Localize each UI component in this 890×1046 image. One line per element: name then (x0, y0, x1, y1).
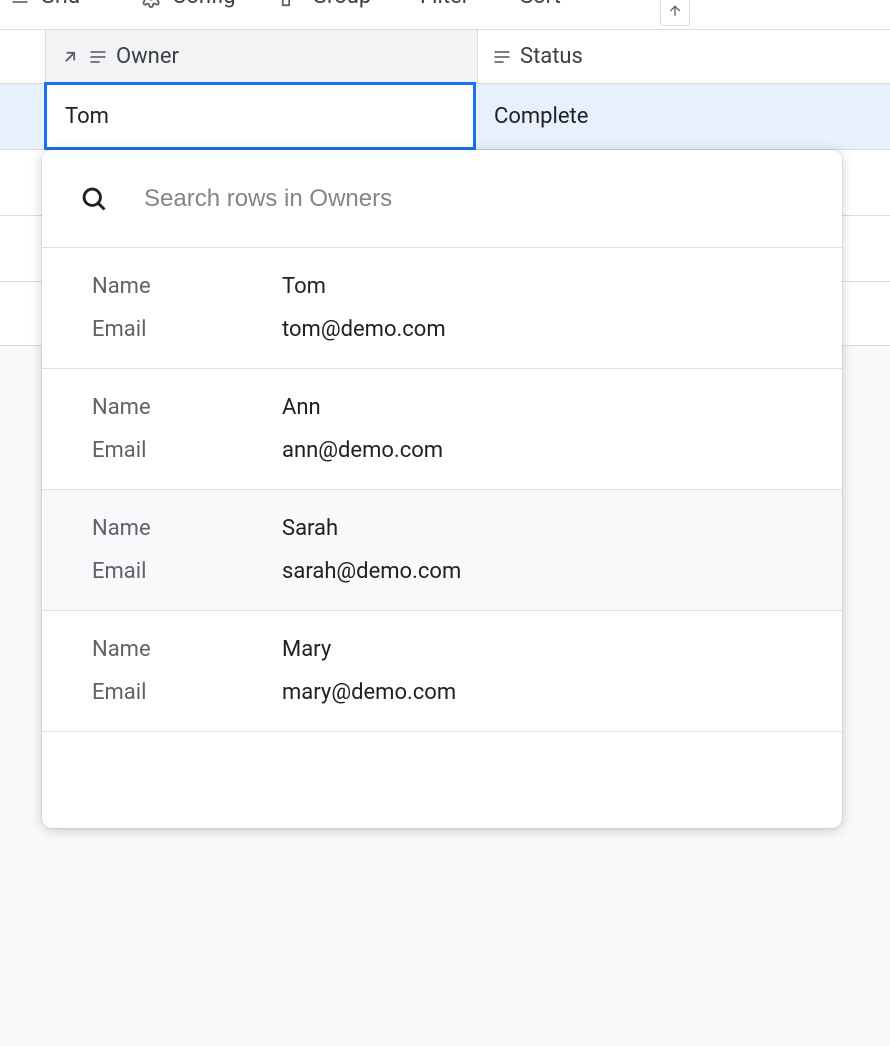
list-icon (10, 0, 30, 7)
option-email-label: Email (92, 559, 282, 584)
table-row[interactable]: Tom Complete (0, 84, 890, 150)
cell-status[interactable]: Complete (476, 84, 890, 150)
option-email-label: Email (92, 438, 282, 463)
lookup-option[interactable]: Name Sarah Email sarah@demo.com (42, 490, 842, 611)
option-name-label: Name (92, 395, 282, 420)
dropdown-footer (42, 732, 842, 828)
toolbar-group-label[interactable]: Group (312, 0, 371, 9)
option-email-value: ann@demo.com (282, 438, 443, 463)
option-email-label: Email (92, 317, 282, 342)
group-icon (280, 0, 302, 8)
arrow-up-icon (667, 3, 683, 19)
option-email-label: Email (92, 680, 282, 705)
text-lines-icon (88, 47, 108, 67)
toolbar-grid-label[interactable]: Grid (40, 0, 80, 9)
cell-owner-value: Tom (65, 104, 109, 129)
header-spacer (0, 30, 46, 84)
option-email-value: sarah@demo.com (282, 559, 461, 584)
lookup-option[interactable]: Name Ann Email ann@demo.com (42, 369, 842, 490)
cell-owner[interactable]: Tom (44, 82, 476, 150)
search-row (42, 150, 842, 248)
toolbar: Grid Config Group Filter Sort (0, 0, 890, 30)
row-spacer (0, 84, 46, 150)
gear-icon (140, 0, 162, 8)
option-name-label: Name (92, 274, 282, 299)
search-input[interactable] (144, 185, 818, 213)
option-name-value: Mary (282, 637, 331, 662)
toolbar-filter-label[interactable]: Filter (420, 0, 469, 9)
toolbar-config-label[interactable]: Config (172, 0, 236, 9)
column-header-status-label: Status (520, 44, 583, 69)
column-header-owner-label: Owner (116, 44, 179, 69)
link-arrow-icon (60, 47, 80, 67)
lookup-option[interactable]: Name Tom Email tom@demo.com (42, 248, 842, 369)
search-icon (80, 185, 108, 213)
option-name-label: Name (92, 516, 282, 541)
option-email-value: tom@demo.com (282, 317, 446, 342)
option-name-value: Ann (282, 395, 321, 420)
toolbar-sort-label[interactable]: Sort (520, 0, 561, 9)
option-name-label: Name (92, 637, 282, 662)
column-header-status[interactable]: Status (478, 30, 890, 84)
column-header-owner[interactable]: Owner (46, 30, 478, 84)
option-email-value: mary@demo.com (282, 680, 456, 705)
header-row: Owner Status (0, 30, 890, 84)
cell-status-value: Complete (494, 104, 588, 129)
option-name-value: Tom (282, 274, 326, 299)
lookup-dropdown: Name Tom Email tom@demo.com Name Ann Ema… (42, 150, 842, 828)
option-name-value: Sarah (282, 516, 338, 541)
text-lines-icon (492, 47, 512, 67)
upload-button[interactable] (660, 0, 690, 26)
lookup-option[interactable]: Name Mary Email mary@demo.com (42, 611, 842, 732)
